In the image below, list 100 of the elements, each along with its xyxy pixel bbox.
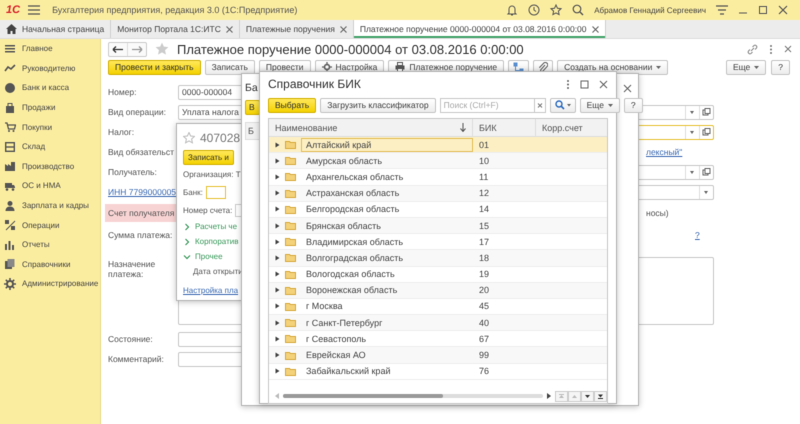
expand-icon[interactable] xyxy=(275,320,280,326)
sidebar-item[interactable]: Банк и касса xyxy=(0,78,100,98)
clear-button[interactable] xyxy=(534,98,546,112)
toolbar-button[interactable]: Загрузить классификатор xyxy=(320,98,436,112)
table-row[interactable]: Волгоградская область 18 xyxy=(269,250,607,266)
expand-icon[interactable] xyxy=(275,222,280,229)
column-header[interactable]: Корр.счет xyxy=(536,119,607,136)
sidebar-item[interactable]: Производство xyxy=(0,156,100,176)
close-icon[interactable] xyxy=(226,26,233,32)
folder-icon xyxy=(285,253,296,262)
sidebar-item[interactable]: Покупки xyxy=(0,117,100,137)
toolbar-button[interactable]: Еще xyxy=(726,60,766,74)
expand-icon[interactable] xyxy=(275,174,280,180)
toolbar-button[interactable]: Записать xyxy=(204,60,255,74)
expand-icon[interactable] xyxy=(275,254,280,261)
expand-icon[interactable] xyxy=(275,190,280,196)
table-row[interactable]: Астраханская область 12 xyxy=(269,186,607,202)
close-icon[interactable] xyxy=(592,26,599,32)
scrollbar[interactable] xyxy=(283,394,543,398)
expand-icon[interactable] xyxy=(275,158,280,164)
toolbar-button[interactable]: ? xyxy=(771,60,790,74)
maximize-icon[interactable] xyxy=(580,80,589,88)
group-header[interactable]: Корпоратив xyxy=(183,234,243,249)
logo: 1С xyxy=(6,4,20,16)
expand-icon[interactable] xyxy=(275,303,280,310)
save-button[interactable]: Записать и xyxy=(183,150,234,165)
sidebar-item[interactable]: Администрирование xyxy=(0,274,100,294)
search-field[interactable]: Поиск (Ctrl+F) xyxy=(440,98,534,112)
expand-icon[interactable] xyxy=(275,368,280,374)
close-icon[interactable] xyxy=(623,84,632,92)
close-icon[interactable] xyxy=(778,5,788,15)
sidebar-item[interactable]: ОС и НМА xyxy=(0,176,100,196)
sidebar-item[interactable]: Отчеты xyxy=(0,234,100,255)
tab[interactable]: Платежное поручение 0000-000004 от 03.08.2016 0:00:00 xyxy=(354,20,606,38)
folder-icon xyxy=(285,270,296,279)
star-icon[interactable] xyxy=(183,132,195,144)
table-cell: 12 xyxy=(479,188,490,198)
link-icon[interactable] xyxy=(747,44,758,54)
last-page-button[interactable] xyxy=(594,390,607,402)
table-row[interactable]: Еврейская АО 99 xyxy=(269,347,607,364)
select-button[interactable]: В xyxy=(245,100,260,114)
expand-icon[interactable] xyxy=(275,238,280,245)
table-row[interactable]: Алтайский край 01 xyxy=(269,137,607,154)
more-icon[interactable] xyxy=(566,78,570,90)
sidebar-item[interactable]: Склад xyxy=(0,136,100,157)
table-row[interactable]: г Санкт-Петербург 40 xyxy=(269,315,607,332)
input-field[interactable] xyxy=(206,186,226,198)
expand-icon[interactable] xyxy=(275,287,280,294)
sidebar-item[interactable]: Руководителю xyxy=(0,58,100,78)
sidebar-item[interactable]: Продажи xyxy=(0,98,100,118)
toolbar-button[interactable]: Выбрать xyxy=(268,98,316,112)
close-icon[interactable] xyxy=(599,80,608,88)
sidebar-item[interactable]: Зарплата и кадры xyxy=(0,196,100,216)
table-row[interactable]: Забайкальский край 76 xyxy=(269,364,607,380)
column-header[interactable]: Наименование xyxy=(269,119,473,136)
caret-icon xyxy=(608,104,613,106)
close-icon[interactable] xyxy=(340,26,347,32)
table-row[interactable]: Амурская область 10 xyxy=(269,153,607,170)
link[interactable]: лексный" xyxy=(646,147,682,157)
expand-icon[interactable] xyxy=(275,352,280,358)
open-button[interactable] xyxy=(699,106,713,118)
field-label: Счет получателя xyxy=(105,204,178,222)
group-header[interactable]: Расчеты че xyxy=(183,219,243,234)
search-button[interactable] xyxy=(550,98,576,112)
sidebar-item[interactable]: Справочники xyxy=(0,254,100,274)
settings-link[interactable]: Настройка пла xyxy=(183,286,238,295)
table-row[interactable]: Воронежская область 20 xyxy=(269,282,607,299)
bell-icon[interactable] xyxy=(506,4,518,16)
maximize-icon[interactable] xyxy=(758,5,768,15)
tab[interactable]: Начальная страница xyxy=(0,20,112,38)
tab[interactable]: Монитор Портала 1С:ИТС xyxy=(111,20,240,38)
field-label: Банк: xyxy=(183,188,203,196)
help-link[interactable]: ? xyxy=(695,230,700,240)
star-icon[interactable] xyxy=(155,42,169,56)
inn-link[interactable]: ИНН 7799000005 xyxy=(108,187,176,197)
toolbar-button[interactable]: Еще xyxy=(580,98,620,112)
close-icon[interactable] xyxy=(784,45,792,53)
expand-icon[interactable] xyxy=(275,142,280,148)
toolbar-button[interactable]: Провести и закрыть xyxy=(108,60,201,74)
user-name[interactable]: Абрамов Геннадий Сергеевич xyxy=(594,6,706,14)
search-icon[interactable] xyxy=(572,4,584,16)
open-button[interactable] xyxy=(699,126,713,138)
filter-icon[interactable] xyxy=(716,5,728,15)
table-cell: 01 xyxy=(479,140,490,150)
history-icon[interactable] xyxy=(528,4,540,16)
menu-icon[interactable] xyxy=(28,5,40,15)
expand-icon[interactable] xyxy=(275,271,280,278)
page-down-button[interactable] xyxy=(581,390,594,402)
open-button[interactable] xyxy=(699,166,713,178)
group-header[interactable]: Прочее xyxy=(183,249,243,264)
expand-icon[interactable] xyxy=(275,336,280,342)
scroll-right-icon[interactable] xyxy=(547,393,551,399)
more-icon[interactable] xyxy=(769,44,773,54)
table-cell-text: Амурская область xyxy=(305,154,384,168)
column-header[interactable]: БИК xyxy=(473,119,536,136)
sidebar-item[interactable]: Главное xyxy=(0,39,100,59)
expand-icon[interactable] xyxy=(275,206,280,212)
star-icon[interactable] xyxy=(550,4,562,16)
sidebar-item[interactable]: Операции xyxy=(0,215,100,235)
table-row[interactable]: Брянская область 15 xyxy=(269,218,607,234)
